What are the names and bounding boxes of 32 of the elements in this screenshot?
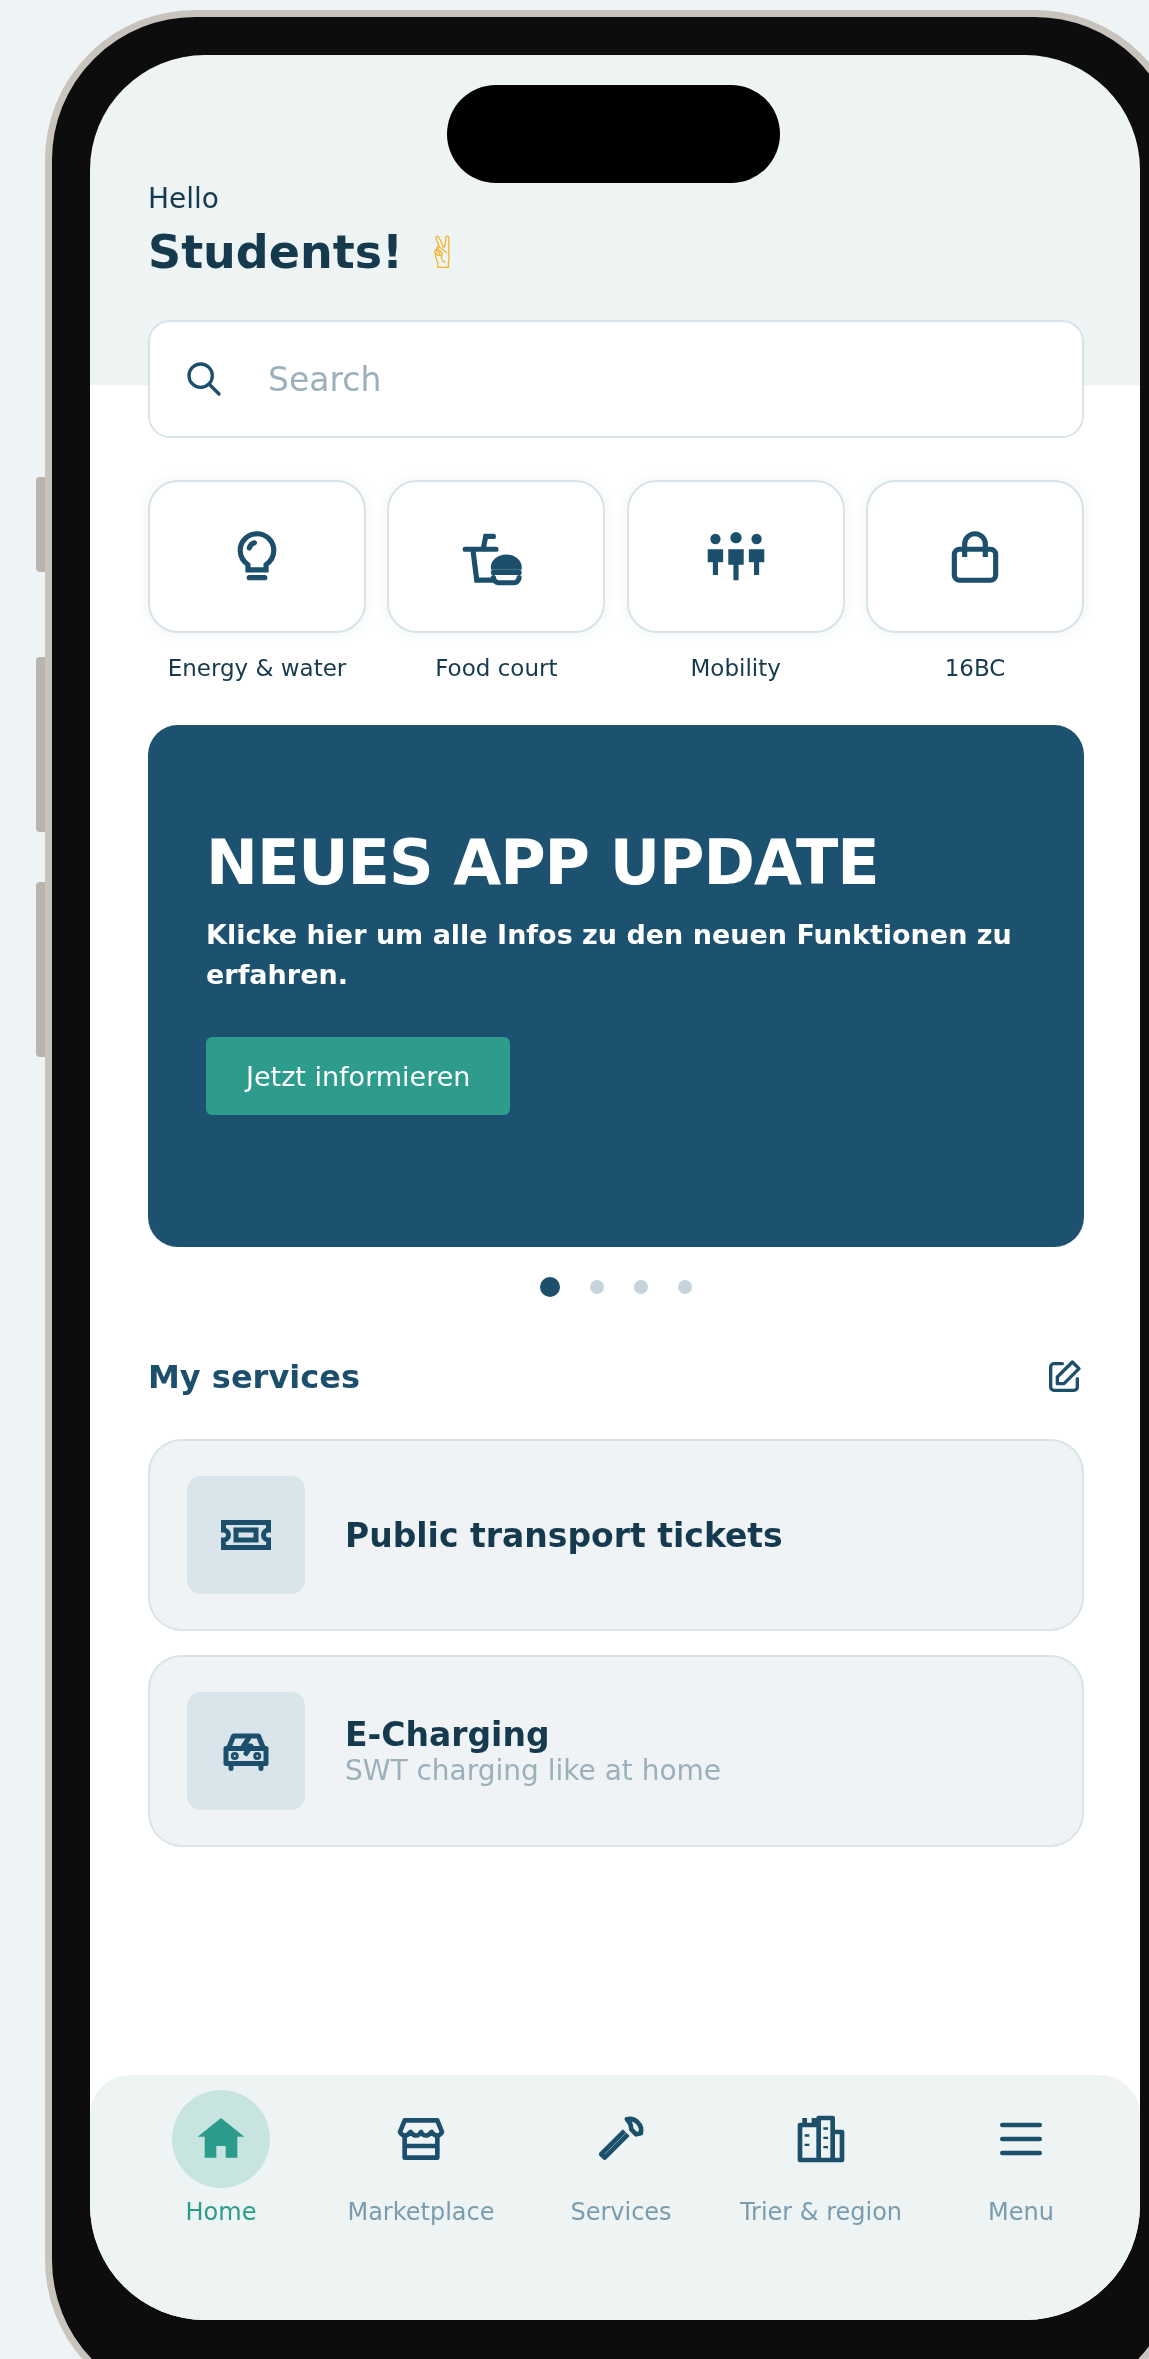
quick-action-tile[interactable]: [148, 480, 366, 633]
nav-tab[interactable]: Trier & region: [726, 2090, 916, 2320]
emoji: ✌: [425, 226, 462, 278]
search-icon: [184, 359, 224, 399]
service-title: E-Charging: [345, 1715, 551, 1754]
quick-action-label: 16BC: [944, 655, 1006, 681]
banner-title: NEUES APP UPDATE: [206, 825, 879, 901]
nav-tab[interactable]: Services: [526, 2090, 716, 2320]
carousel-dot[interactable]: [540, 1277, 560, 1297]
greeting: Hello: [148, 182, 220, 216]
carousel-dot[interactable]: [678, 1280, 692, 1294]
carousel-dot[interactable]: [634, 1280, 648, 1294]
section-title: My services: [148, 1358, 360, 1396]
banner-text: Klicke hier um alle Infos zu den neuen Funktionen zu erfahren.: [206, 918, 1013, 992]
search-field[interactable]: Search: [148, 320, 1084, 438]
quick-action-label: Food court: [435, 655, 558, 681]
service-title: Public transport tickets: [345, 1515, 783, 1555]
carousel-dot[interactable]: [590, 1280, 604, 1294]
quick-action-tile[interactable]: [626, 480, 845, 633]
quick-action-label: Mobility: [690, 655, 781, 681]
nav-tab[interactable]: Marketplace: [326, 2090, 516, 2320]
nav-tab[interactable]: Home: [126, 2090, 316, 2320]
greeting-title: Students!: [148, 224, 404, 280]
nav-tab[interactable]: Menu: [926, 2090, 1116, 2320]
info-button[interactable]: Jetzt informieren: [206, 1037, 511, 1115]
service-card[interactable]: E-Charging SWT charging like at home: [148, 1655, 1084, 1847]
quick-action-label: Energy & water: [167, 655, 347, 681]
quick-action-tile[interactable]: [387, 480, 606, 633]
promo-banner[interactable]: NEUES APP UPDATE Klicke hier um alle Infos zu den neuen Funktionen zu erfahren. Jetzt informieren: [148, 725, 1084, 1247]
quick-action-tile[interactable]: [866, 480, 1084, 633]
service-subtitle: SWT charging like at home: [345, 1754, 722, 1787]
service-card[interactable]: Public transport tickets: [148, 1439, 1084, 1631]
